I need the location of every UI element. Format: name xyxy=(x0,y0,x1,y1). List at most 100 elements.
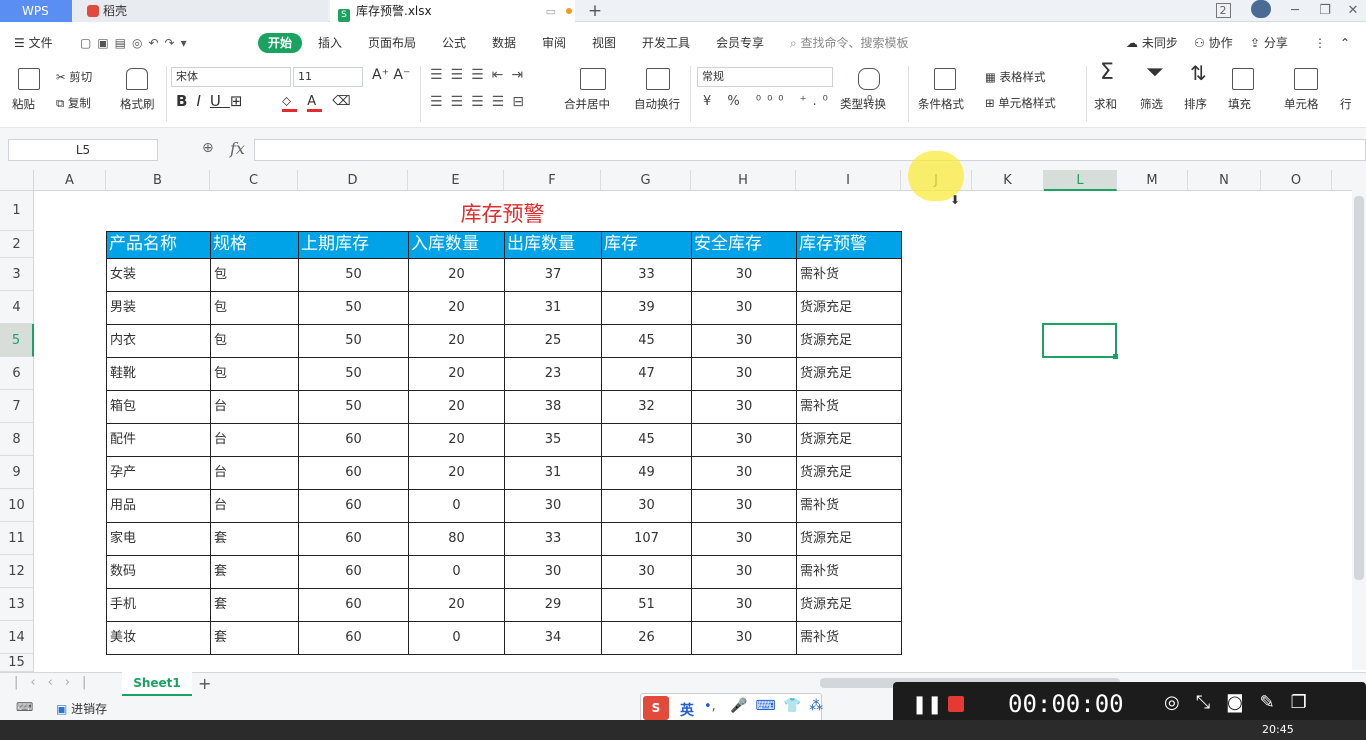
table-cell[interactable]: 50 xyxy=(298,357,409,391)
table-cell[interactable]: 30 xyxy=(691,291,797,325)
column-header-a[interactable]: A xyxy=(34,170,106,191)
more-icon[interactable]: ⋮ xyxy=(1314,33,1326,53)
table-cell[interactable]: 20 xyxy=(408,357,505,391)
underline-icon[interactable]: U xyxy=(210,92,230,110)
table-cell[interactable]: 60 xyxy=(298,489,409,523)
row-header-6[interactable]: 6 xyxy=(0,357,34,390)
table-cell[interactable]: 33 xyxy=(601,258,692,292)
table-cell[interactable]: 60 xyxy=(298,621,409,655)
sum-icon[interactable]: Σ xyxy=(1100,62,1114,84)
table-cell[interactable]: 需补货 xyxy=(796,621,902,655)
table-cell[interactable]: 需补货 xyxy=(796,555,902,589)
menu-file[interactable]: ☰ 文件 xyxy=(14,33,53,53)
row-header-5[interactable]: 5 xyxy=(0,324,34,357)
table-header-cell[interactable]: 入库数量 xyxy=(408,231,505,259)
table-cell[interactable]: 用品 xyxy=(106,489,211,523)
table-cell[interactable]: 0 xyxy=(408,489,505,523)
sheet-tab-sheet1[interactable]: Sheet1 xyxy=(122,672,192,696)
fill-handle[interactable] xyxy=(1113,354,1118,359)
column-header-h[interactable]: H xyxy=(691,170,796,191)
menu-formula[interactable]: 公式 xyxy=(442,33,466,53)
table-cell[interactable]: 台 xyxy=(210,489,299,523)
table-cell[interactable]: 50 xyxy=(298,390,409,424)
command-search[interactable]: ⌕ 查找命令、搜索模板 xyxy=(790,33,909,53)
table-cell[interactable]: 29 xyxy=(504,588,602,622)
menu-data[interactable]: 数据 xyxy=(492,33,516,53)
collapse-ribbon-icon[interactable]: ⌃ xyxy=(1340,33,1350,53)
sync-status[interactable]: ☁ 未同步 xyxy=(1126,33,1178,53)
table-cell[interactable]: 30 xyxy=(691,621,797,655)
table-cell[interactable]: 60 xyxy=(298,423,409,457)
table-cell[interactable]: 孕产 xyxy=(106,456,211,490)
font-family-select[interactable]: 宋体 xyxy=(171,67,291,87)
column-header-n[interactable]: N xyxy=(1188,170,1261,191)
table-header-cell[interactable]: 产品名称 xyxy=(106,231,211,259)
wrap-text-button[interactable]: 自动换行 xyxy=(634,97,680,111)
table-cell[interactable]: 30 xyxy=(691,324,797,358)
font-grow-icon[interactable]: A⁺ A⁻ xyxy=(372,68,410,82)
table-cell[interactable]: 台 xyxy=(210,456,299,490)
menu-start[interactable]: 开始 xyxy=(258,33,302,53)
row-button[interactable]: 行 xyxy=(1340,97,1352,111)
pause-icon[interactable]: ❚❚ xyxy=(912,694,942,715)
column-header-f[interactable]: F xyxy=(504,170,601,191)
table-cell[interactable]: 60 xyxy=(298,456,409,490)
macro-icon[interactable]: ⌨ xyxy=(16,700,33,714)
select-all-corner[interactable] xyxy=(0,170,34,191)
fx-icon[interactable]: fx xyxy=(230,139,245,158)
table-cell[interactable]: 34 xyxy=(504,621,602,655)
table-cell[interactable]: 45 xyxy=(601,324,692,358)
table-cell[interactable]: 套 xyxy=(210,555,299,589)
collab-button[interactable]: ⚇ 协作 xyxy=(1194,33,1233,53)
table-cell[interactable]: 20 xyxy=(408,423,505,457)
row-header-11[interactable]: 11 xyxy=(0,522,34,555)
table-cell[interactable]: 60 xyxy=(298,588,409,622)
column-header-b[interactable]: B xyxy=(106,170,210,191)
table-cell[interactable]: 20 xyxy=(408,456,505,490)
name-box[interactable]: L5 xyxy=(8,139,158,161)
font-color-icon[interactable]: A xyxy=(307,94,323,112)
align-top-buttons[interactable]: ☰☰☰⇤⇥ xyxy=(430,68,531,82)
eraser-icon[interactable]: ⌫ xyxy=(332,94,356,109)
cell-style-button[interactable]: ⊞ 单元格样式 xyxy=(985,96,1056,110)
table-cell[interactable]: 货源充足 xyxy=(796,456,902,490)
table-cell[interactable]: 20 xyxy=(408,291,505,325)
row-header-13[interactable]: 13 xyxy=(0,588,34,621)
table-cell[interactable]: 20 xyxy=(408,390,505,424)
conditional-format-icon[interactable] xyxy=(934,68,956,90)
column-header-l[interactable]: L xyxy=(1044,170,1117,191)
table-cell[interactable]: 20 xyxy=(408,258,505,292)
table-header-cell[interactable]: 安全库存 xyxy=(691,231,797,259)
column-header-g[interactable]: G xyxy=(601,170,691,191)
table-cell[interactable]: 配件 xyxy=(106,423,211,457)
sort-button[interactable]: 排序 xyxy=(1184,97,1207,111)
bold-icon[interactable]: B xyxy=(176,92,196,110)
tab-file[interactable]: S 库存预警.xlsx ▭ xyxy=(330,0,575,22)
new-tab-button[interactable]: + xyxy=(583,0,607,22)
table-cell[interactable]: 鞋靴 xyxy=(106,357,211,391)
table-cell[interactable]: 台 xyxy=(210,423,299,457)
fill-color-icon[interactable]: ⬦ xyxy=(282,94,298,112)
table-cell[interactable]: 需补货 xyxy=(796,390,902,424)
table-cell[interactable]: 女装 xyxy=(106,258,211,292)
filter-button[interactable]: 筛选 xyxy=(1140,97,1163,111)
table-cell[interactable]: 107 xyxy=(601,522,692,556)
filter-icon[interactable]: ⏷ xyxy=(1146,62,1164,84)
sheet-nav-icons[interactable]: |‹‹›| xyxy=(14,675,98,690)
table-cell[interactable]: 50 xyxy=(298,258,409,292)
table-cell[interactable]: 数码 xyxy=(106,555,211,589)
table-cell[interactable]: 49 xyxy=(601,456,692,490)
row-header-9[interactable]: 9 xyxy=(0,456,34,489)
table-cell[interactable]: 32 xyxy=(601,390,692,424)
row-header-12[interactable]: 12 xyxy=(0,555,34,588)
table-cell[interactable]: 60 xyxy=(298,555,409,589)
row-header-7[interactable]: 7 xyxy=(0,390,34,423)
column-header-c[interactable]: C xyxy=(210,170,298,191)
wrap-icon[interactable] xyxy=(646,68,670,90)
quick-access-toolbar[interactable]: ▢▣▤◎↶↷▾ xyxy=(80,33,193,53)
format-painter-button[interactable]: 格式刷 xyxy=(120,97,155,111)
table-cell[interactable]: 39 xyxy=(601,291,692,325)
table-cell[interactable]: 30 xyxy=(691,588,797,622)
color-buttons[interactable]: ⬦ A ⌫ xyxy=(282,94,357,112)
table-cell[interactable]: 20 xyxy=(408,324,505,358)
